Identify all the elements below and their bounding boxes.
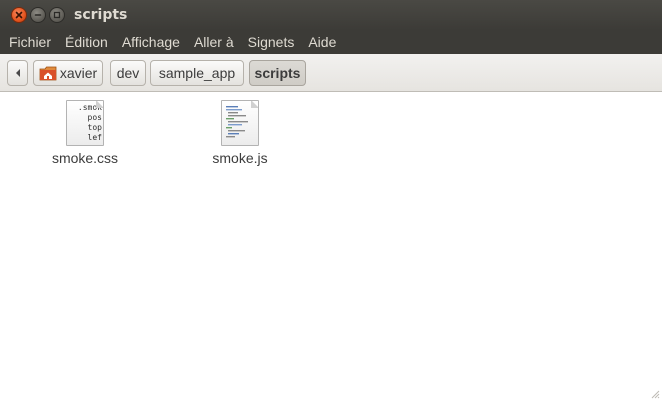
menu-aide[interactable]: Aide bbox=[301, 30, 343, 54]
file-name: smoke.js bbox=[212, 150, 268, 166]
maximize-icon bbox=[53, 11, 61, 19]
breadcrumb-label: scripts bbox=[254, 65, 301, 81]
menu-signets[interactable]: Signets bbox=[241, 30, 302, 54]
breadcrumb-label: dev bbox=[116, 65, 140, 81]
preview-line: top bbox=[87, 123, 102, 132]
breadcrumb-scripts[interactable]: scripts bbox=[249, 60, 306, 86]
breadcrumb-dev[interactable]: dev bbox=[110, 60, 146, 86]
breadcrumb-label: sample_app bbox=[158, 65, 236, 81]
home-folder-icon bbox=[39, 66, 57, 81]
path-back-button[interactable] bbox=[7, 60, 28, 86]
menu-affichage[interactable]: Affichage bbox=[115, 30, 187, 54]
preview-line: lef bbox=[87, 133, 102, 142]
preview-line: pos bbox=[87, 113, 102, 122]
page-fold bbox=[251, 101, 258, 108]
window-title: scripts bbox=[74, 7, 128, 23]
chevron-left-icon bbox=[15, 69, 20, 77]
close-window-button[interactable] bbox=[11, 7, 27, 23]
css-file-icon: .smok pos top lef bbox=[66, 100, 104, 146]
breadcrumb-label: xavier bbox=[59, 65, 98, 81]
close-icon bbox=[15, 11, 23, 19]
minimize-window-button[interactable] bbox=[30, 7, 46, 23]
file-name: smoke.css bbox=[51, 150, 119, 166]
menu-bar: Fichier Édition Affichage Aller à Signet… bbox=[0, 30, 662, 54]
location-toolbar: xavier dev sample_app scripts bbox=[0, 54, 662, 92]
maximize-window-button[interactable] bbox=[49, 7, 65, 23]
javascript-file-icon bbox=[221, 100, 259, 146]
css-preview: .smok pos top lef bbox=[70, 103, 102, 143]
resize-grip-icon[interactable] bbox=[650, 389, 660, 399]
menu-aller-a[interactable]: Aller à bbox=[187, 30, 241, 54]
menu-edition[interactable]: Édition bbox=[58, 30, 115, 54]
breadcrumb-xavier[interactable]: xavier bbox=[33, 60, 103, 86]
file-view[interactable]: .smok pos top lef smoke.css smoke.js bbox=[0, 92, 662, 401]
file-item-smoke-js[interactable]: smoke.js bbox=[185, 100, 295, 166]
page-fold bbox=[96, 101, 103, 108]
breadcrumb-sample-app[interactable]: sample_app bbox=[150, 60, 244, 86]
file-manager-window: scripts Fichier Édition Affichage Aller … bbox=[0, 0, 662, 401]
menu-fichier[interactable]: Fichier bbox=[0, 30, 58, 54]
title-bar[interactable]: scripts bbox=[0, 0, 662, 30]
file-item-smoke-css[interactable]: .smok pos top lef smoke.css bbox=[30, 100, 140, 166]
minimize-icon bbox=[34, 14, 42, 16]
